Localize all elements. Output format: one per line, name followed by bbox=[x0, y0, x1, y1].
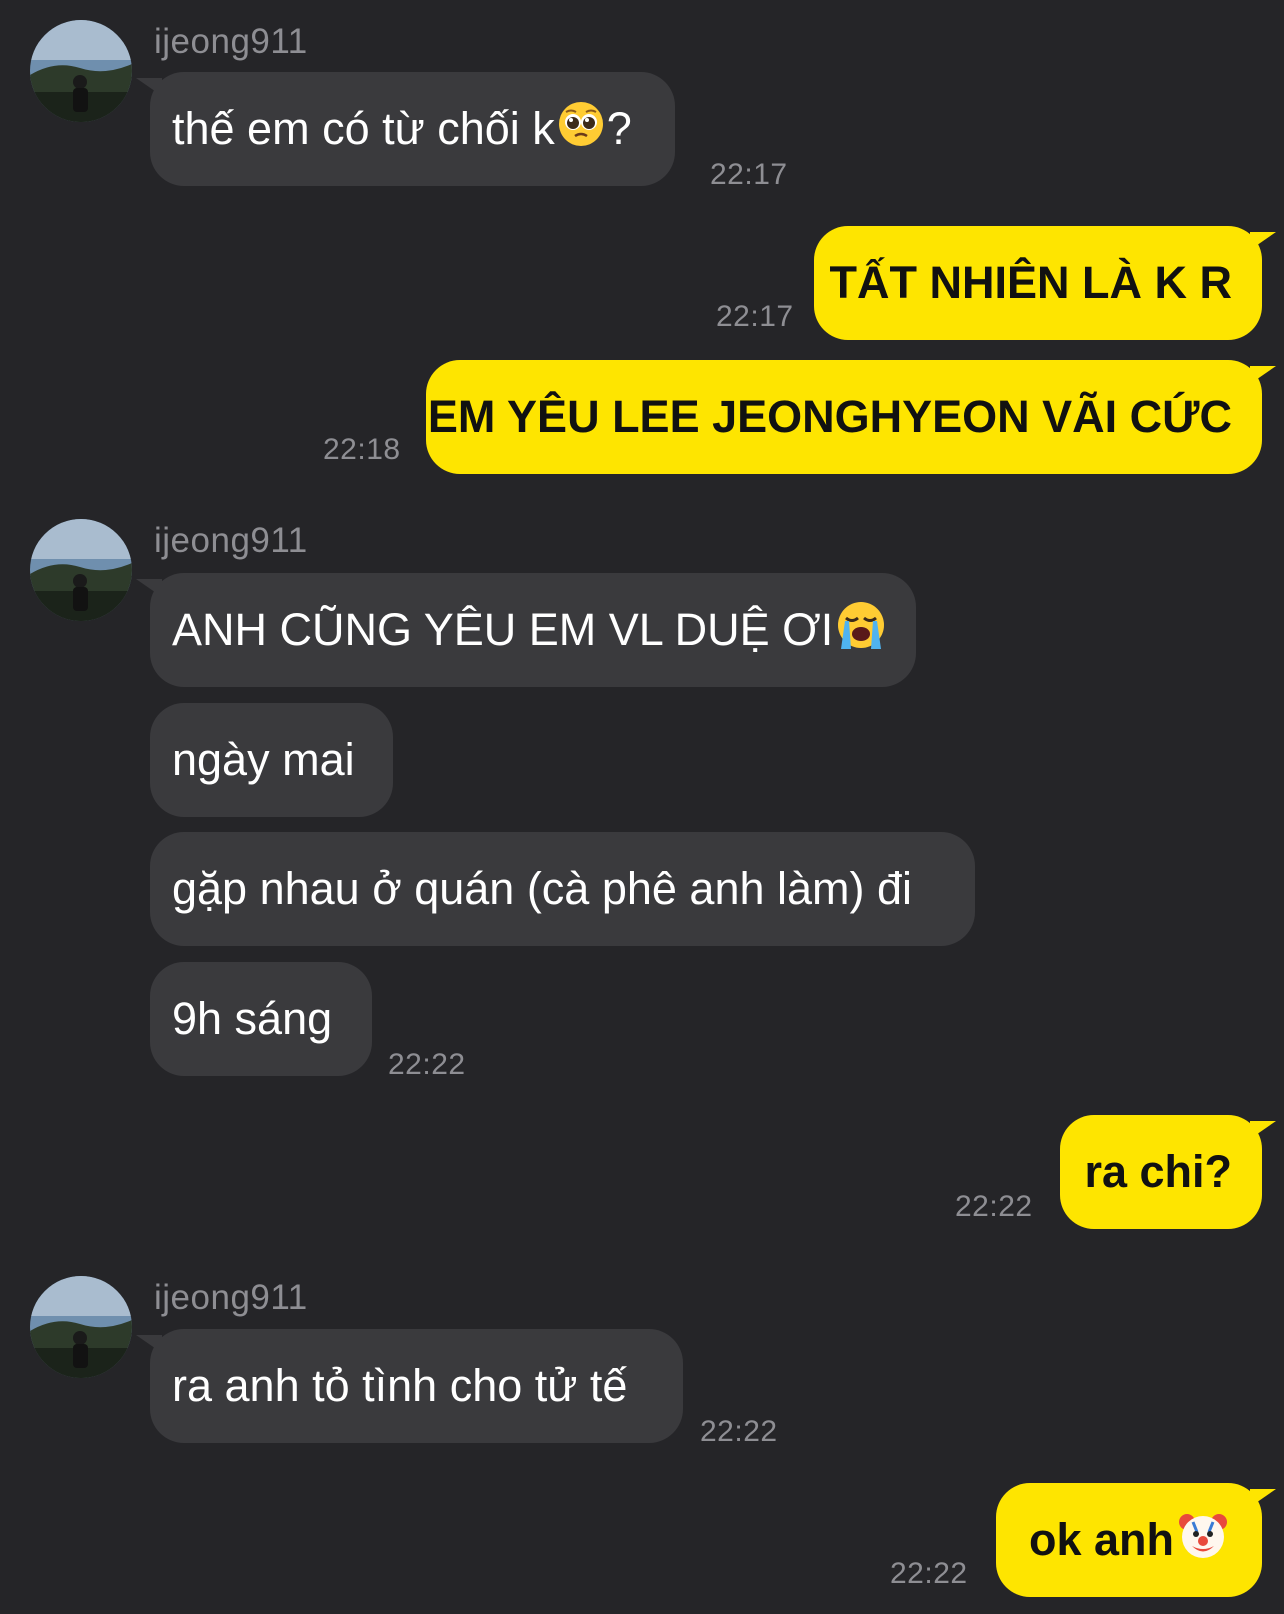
message-bubble[interactable]: ngày mai bbox=[150, 703, 393, 817]
message-text: EM YÊU LEE JEONGHYEON VÃI CỨC bbox=[427, 391, 1232, 442]
message-bubble[interactable]: ra anh tỏ tình cho tử tế bbox=[136, 1329, 683, 1443]
message-text: ngày mai bbox=[172, 734, 355, 785]
message-timestamp: 22:22 bbox=[955, 1190, 1033, 1223]
message-text: ra chi? bbox=[1084, 1146, 1232, 1197]
message-bubble[interactable]: ok anh bbox=[996, 1483, 1276, 1597]
message-timestamp: 22:17 bbox=[716, 300, 794, 333]
message-text: ANH CŨNG YÊU EM VL DUỆ ƠI bbox=[172, 604, 834, 655]
loudly-crying-face-icon bbox=[835, 599, 887, 662]
avatar-photo bbox=[30, 1276, 132, 1378]
message-text: 9h sáng bbox=[172, 993, 333, 1044]
message-timestamp: 22:17 bbox=[710, 158, 788, 191]
message-bubble[interactable]: ra chi? bbox=[1060, 1115, 1276, 1229]
message-bubble[interactable]: gặp nhau ở quán (cà phê anh làm) đi bbox=[150, 832, 975, 946]
message-bubble[interactable]: ANH CŨNG YÊU EM VL DUỆ ƠI bbox=[136, 573, 916, 687]
message-text: gặp nhau ở quán (cà phê anh làm) đi bbox=[172, 863, 913, 914]
sender-name: ijeong911 bbox=[154, 22, 308, 61]
pleading-face-icon bbox=[557, 100, 605, 159]
avatar-photo bbox=[30, 519, 132, 621]
message-bubble[interactable]: thế em có từ chối k ? bbox=[136, 72, 675, 186]
message-text: ra anh tỏ tình cho tử tế bbox=[172, 1360, 628, 1411]
message-bubble[interactable]: EM YÊU LEE JEONGHYEON VÃI CỨC bbox=[426, 360, 1276, 474]
message-bubble[interactable]: TẤT NHIÊN LÀ K R bbox=[814, 226, 1276, 340]
sender-avatar[interactable] bbox=[30, 20, 132, 122]
message-bubble[interactable]: 9h sáng bbox=[150, 962, 372, 1076]
clown-face-icon bbox=[1176, 1508, 1230, 1573]
message-timestamp: 22:22 bbox=[890, 1557, 968, 1590]
message-timestamp: 22:22 bbox=[388, 1048, 466, 1081]
message-text: ok anh bbox=[1028, 1514, 1174, 1565]
sender-name: ijeong911 bbox=[154, 1278, 308, 1317]
sender-avatar[interactable] bbox=[30, 519, 132, 621]
message-timestamp: 22:22 bbox=[700, 1415, 778, 1448]
message-text: thế em có từ chối k bbox=[172, 103, 555, 154]
avatar-photo bbox=[30, 20, 132, 122]
sender-avatar[interactable] bbox=[30, 1276, 132, 1378]
message-text-suffix: ? bbox=[606, 103, 632, 154]
message-text: TẤT NHIÊN LÀ K R bbox=[829, 257, 1232, 308]
sender-name: ijeong911 bbox=[154, 521, 308, 560]
message-timestamp: 22:18 bbox=[323, 433, 401, 466]
